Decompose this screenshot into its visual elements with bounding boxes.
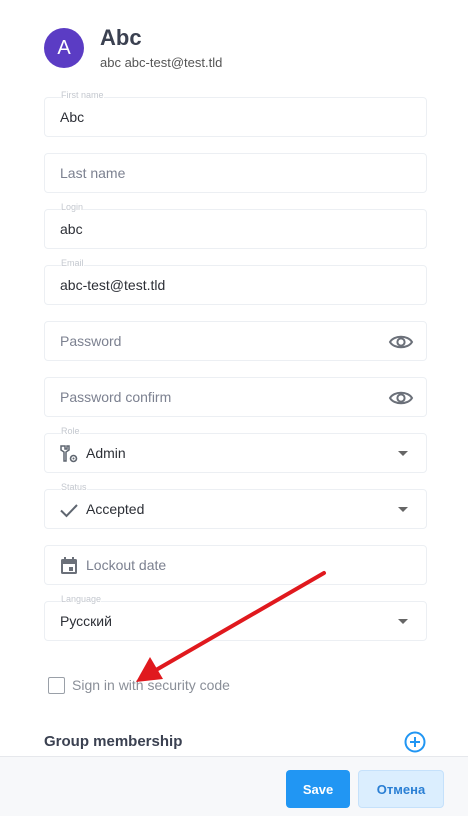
email-field[interactable]: Email abc-test@test.tld bbox=[44, 258, 427, 305]
save-button[interactable]: Save bbox=[286, 770, 350, 808]
password-placeholder: Password bbox=[60, 333, 122, 349]
chevron-down-icon bbox=[398, 619, 408, 624]
check-icon bbox=[60, 504, 78, 518]
role-value: Admin bbox=[86, 445, 126, 461]
eye-icon[interactable] bbox=[388, 387, 414, 409]
last-name-placeholder: Last name bbox=[60, 165, 126, 181]
language-value: Русский bbox=[60, 613, 112, 629]
email-value: abc-test@test.tld bbox=[60, 277, 166, 293]
security-code-checkbox[interactable] bbox=[48, 677, 65, 694]
chevron-down-icon bbox=[398, 507, 408, 512]
role-label: Role bbox=[61, 426, 80, 436]
plus-circle-icon[interactable] bbox=[404, 731, 426, 753]
user-name: Abc bbox=[100, 25, 142, 50]
wrench-gear-icon bbox=[60, 445, 78, 463]
last-name-field[interactable]: Last name bbox=[44, 153, 427, 193]
status-select[interactable]: Status Accepted bbox=[44, 482, 427, 529]
email-label: Email bbox=[61, 258, 84, 268]
lockout-date-field[interactable]: Lockout date bbox=[44, 545, 427, 585]
cancel-button[interactable]: Отмена bbox=[358, 770, 444, 808]
login-value: abc bbox=[60, 221, 83, 237]
status-label: Status bbox=[61, 482, 87, 492]
language-select[interactable]: Language Русский bbox=[44, 594, 427, 641]
password-confirm-placeholder: Password confirm bbox=[60, 389, 172, 405]
security-code-option[interactable]: Sign in with security code bbox=[48, 675, 348, 695]
user-header: A Abc abc abc-test@test.tld bbox=[44, 25, 434, 74]
password-confirm-field[interactable]: Password confirm bbox=[44, 377, 427, 417]
login-label: Login bbox=[61, 202, 84, 212]
status-value: Accepted bbox=[86, 501, 145, 517]
group-membership-title: Group membership bbox=[44, 733, 183, 750]
security-code-label: Sign in with security code bbox=[72, 677, 230, 693]
eye-icon[interactable] bbox=[388, 331, 414, 353]
footer-bar: Save Отмена bbox=[0, 756, 468, 816]
chevron-down-icon bbox=[398, 451, 408, 456]
password-field[interactable]: Password bbox=[44, 321, 427, 361]
language-label: Language bbox=[61, 594, 102, 604]
calendar-icon[interactable] bbox=[58, 555, 80, 577]
first-name-value: Abc bbox=[60, 109, 85, 125]
first-name-label: First name bbox=[61, 90, 104, 100]
login-field[interactable]: Login abc bbox=[44, 202, 427, 249]
first-name-field[interactable]: First name Abc bbox=[44, 90, 427, 137]
user-subtitle: abc abc-test@test.tld bbox=[100, 55, 223, 70]
role-select[interactable]: Role Admin bbox=[44, 426, 427, 473]
lockout-date-placeholder: Lockout date bbox=[86, 557, 167, 573]
avatar: A bbox=[44, 28, 84, 68]
